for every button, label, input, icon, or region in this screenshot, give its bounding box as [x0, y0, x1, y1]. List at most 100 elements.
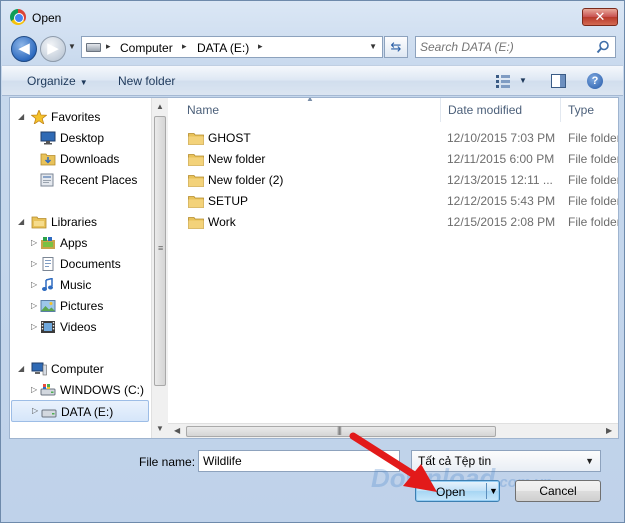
file-date: 12/11/2015 6:00 PM: [447, 152, 555, 166]
nav-computer[interactable]: ◢ Computer: [14, 359, 150, 379]
file-name: New folder: [208, 152, 266, 166]
nav-item-data-drive[interactable]: ▷ DATA (E:): [11, 400, 149, 422]
column-header-date-modified[interactable]: Date modified: [448, 98, 522, 122]
preview-pane-icon[interactable]: [551, 74, 566, 88]
breadcrumb-computer[interactable]: Computer: [120, 41, 173, 55]
file-type-select[interactable]: Tất cả Tệp tin ▼: [411, 450, 601, 472]
collapsed-caret-icon[interactable]: ▷: [32, 401, 38, 421]
file-name-input[interactable]: [198, 450, 400, 472]
file-type: File folder: [568, 215, 618, 229]
nav-item-label: DATA (E:): [61, 405, 114, 419]
nav-item-documents[interactable]: ▷ Documents: [14, 254, 150, 274]
nav-item-pictures[interactable]: ▷ Pictures: [14, 296, 150, 316]
nav-pane-scrollbar[interactable]: ▲ ≡ ▼: [151, 98, 168, 438]
scroll-left-icon[interactable]: ◀: [174, 426, 180, 435]
scroll-down-icon[interactable]: ▼: [156, 424, 164, 433]
chrome-icon: [10, 9, 26, 25]
scroll-up-icon[interactable]: ▲: [156, 102, 164, 111]
table-row[interactable]: Work 12/15/2015 2:08 PM File folder: [168, 212, 618, 233]
open-dialog: Open ✕ ◀ ▶ ▼ ▸ Computer ▸ DATA (E:) ▸ ▼ …: [0, 0, 625, 523]
breadcrumb-data-drive[interactable]: DATA (E:): [197, 41, 249, 55]
nav-scroll-thumb[interactable]: ≡: [154, 116, 166, 386]
breadcrumb-separator[interactable]: ▸: [106, 41, 111, 52]
help-icon[interactable]: ?: [587, 73, 603, 89]
address-bar[interactable]: ▸ Computer ▸ DATA (E:) ▸ ▼: [81, 36, 383, 58]
expanded-caret-icon[interactable]: ◢: [18, 107, 24, 127]
file-name-label: File name:: [139, 455, 196, 469]
navigation-pane[interactable]: ◢ Favorites Desktop Downloads Recent Pla…: [10, 98, 151, 438]
change-view-icon[interactable]: [496, 74, 510, 88]
organize-label: Organize: [27, 74, 76, 88]
nav-item-label: Videos: [60, 320, 97, 334]
nav-item-desktop[interactable]: Desktop: [14, 128, 150, 148]
breadcrumb-separator[interactable]: ▸: [258, 41, 263, 52]
nav-libraries[interactable]: ◢ Libraries: [14, 212, 150, 232]
nav-item-label: Downloads: [60, 152, 120, 166]
open-options-dropdown-icon[interactable]: ▼: [489, 486, 498, 496]
column-header-type[interactable]: Type: [568, 98, 594, 122]
nav-item-videos[interactable]: ▷ Videos: [14, 317, 150, 337]
nav-favorites[interactable]: ◢ Favorites: [14, 107, 150, 127]
breadcrumb-separator[interactable]: ▸: [182, 41, 187, 52]
collapsed-caret-icon[interactable]: ▷: [31, 233, 37, 253]
column-divider[interactable]: [440, 98, 441, 122]
refresh-icon: ⇆: [390, 39, 402, 54]
table-row[interactable]: SETUP 12/12/2015 5:43 PM File folder: [168, 191, 618, 212]
title-bar[interactable]: Open ✕: [1, 1, 624, 31]
recent-pages-dropdown-icon[interactable]: ▼: [68, 42, 76, 51]
table-row[interactable]: GHOST 12/10/2015 7:03 PM File folder: [168, 128, 618, 149]
back-button[interactable]: ◀: [11, 36, 37, 62]
open-button[interactable]: Open ▼: [415, 480, 500, 502]
file-date: 12/13/2015 12:11 ...: [447, 173, 553, 187]
nav-item-label: WINDOWS (C:): [60, 383, 144, 397]
forward-button[interactable]: ▶: [40, 36, 66, 62]
address-dropdown-icon[interactable]: ▼: [369, 42, 377, 51]
column-header-name[interactable]: Name: [187, 98, 219, 122]
nav-item-label: Music: [60, 278, 92, 292]
nav-item-apps[interactable]: ▷ Apps: [14, 233, 150, 253]
expanded-caret-icon[interactable]: ◢: [18, 212, 24, 232]
nav-item-recent-places[interactable]: Recent Places: [14, 170, 150, 190]
organize-button[interactable]: Organize ▼: [27, 74, 88, 88]
folder-icon: [188, 175, 204, 187]
refresh-button[interactable]: ⇆: [384, 36, 408, 58]
column-divider[interactable]: [560, 98, 561, 122]
arrow-left-icon: ◀: [18, 40, 30, 57]
grip-icon: ≡: [158, 243, 164, 253]
file-name: SETUP: [208, 194, 249, 208]
scroll-right-icon[interactable]: ▶: [606, 426, 612, 435]
desktop-icon: [40, 131, 56, 145]
nav-item-downloads[interactable]: Downloads: [14, 149, 150, 169]
table-row[interactable]: New folder (2) 12/13/2015 12:11 ... File…: [168, 170, 618, 191]
search-input[interactable]: [420, 39, 590, 55]
open-button-label: Open: [436, 485, 466, 499]
nav-libraries-label: Libraries: [51, 215, 98, 229]
horizontal-scroll-thumb[interactable]: |||: [186, 425, 496, 437]
nav-item-music[interactable]: ▷ Music: [14, 275, 150, 295]
nav-item-label: Recent Places: [60, 173, 138, 187]
search-box[interactable]: [415, 36, 616, 58]
new-folder-button[interactable]: New folder: [118, 74, 175, 88]
table-row[interactable]: New folder 12/11/2015 6:00 PM File folde…: [168, 149, 618, 170]
view-dropdown-icon[interactable]: ▼: [519, 76, 527, 85]
windows-drive-icon: [40, 384, 56, 396]
folder-icon: [188, 196, 204, 208]
search-icon[interactable]: [596, 40, 610, 54]
file-list-horizontal-scrollbar[interactable]: ◀ ||| ▶: [168, 423, 618, 438]
main-area: ◢ Favorites Desktop Downloads Recent Pla…: [9, 97, 619, 439]
computer-icon: [31, 362, 47, 376]
nav-favorites-label: Favorites: [51, 110, 101, 124]
collapsed-caret-icon[interactable]: ▷: [31, 275, 37, 295]
expanded-caret-icon[interactable]: ◢: [18, 359, 24, 379]
collapsed-caret-icon[interactable]: ▷: [31, 296, 37, 316]
collapsed-caret-icon[interactable]: ▷: [31, 254, 37, 274]
collapsed-caret-icon[interactable]: ▷: [31, 317, 37, 337]
close-button[interactable]: ✕: [582, 8, 618, 26]
nav-item-windows-drive[interactable]: ▷ WINDOWS (C:): [14, 380, 150, 400]
file-name: New folder (2): [208, 173, 284, 187]
arrow-right-icon: ▶: [47, 40, 59, 57]
file-list-pane[interactable]: ▲ Name Date modified Type GHOST 12/10/20…: [168, 98, 618, 423]
collapsed-caret-icon[interactable]: ▷: [31, 380, 37, 400]
sort-ascending-icon: ▲: [306, 98, 314, 103]
cancel-button[interactable]: Cancel: [515, 480, 601, 502]
